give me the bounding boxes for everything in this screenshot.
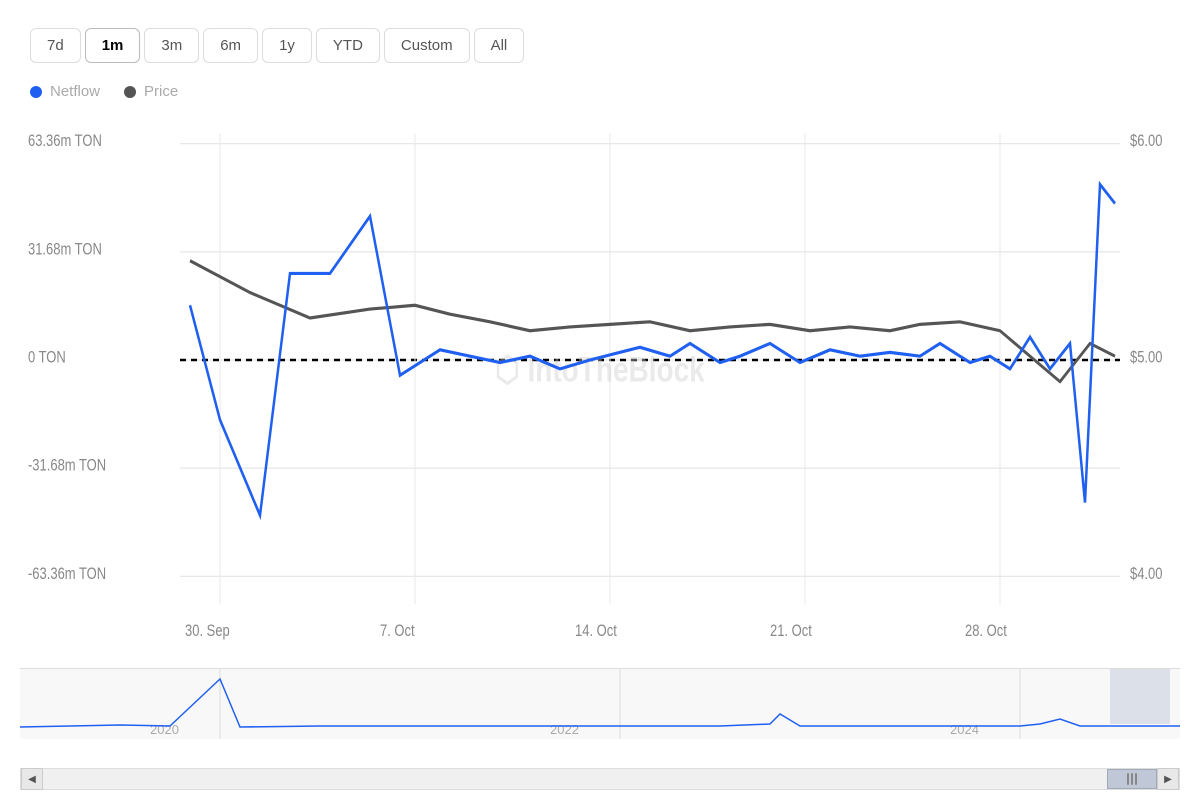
scroll-right-button[interactable]: ▶ [1157,768,1179,790]
svg-text:0 TON: 0 TON [28,349,66,367]
time-btn-ytd[interactable]: YTD [316,28,380,63]
svg-text:-31.68m TON: -31.68m TON [28,457,106,475]
scroll-left-button[interactable]: ◀ [21,768,43,790]
grip-line-1 [1127,773,1129,785]
time-btn-1y[interactable]: 1y [262,28,312,63]
main-chart-svg: 63.36m TON 31.68m TON 0 TON -31.68m TON … [20,108,1180,668]
time-btn-1m[interactable]: 1m [85,28,141,63]
svg-text:$6.00: $6.00 [1130,133,1162,151]
time-btn-custom[interactable]: Custom [384,28,470,63]
svg-text:21. Oct: 21. Oct [770,623,813,641]
price-label: Price [144,83,178,100]
time-btn-6m[interactable]: 6m [203,28,258,63]
time-btn-all[interactable]: All [474,28,525,63]
svg-text:14. Oct: 14. Oct [575,623,618,641]
scroll-thumb-grip [1127,773,1137,785]
main-chart-wrapper: 63.36m TON 31.68m TON 0 TON -31.68m TON … [20,108,1180,668]
legend: Netflow Price [10,71,1190,108]
grip-line-3 [1135,773,1137,785]
scroll-track [43,769,1157,789]
svg-text:$5.00: $5.00 [1130,349,1162,367]
svg-text:2024: 2024 [950,722,979,737]
svg-text:31.68m TON: 31.68m TON [28,241,102,259]
svg-text:28. Oct: 28. Oct [965,623,1008,641]
legend-netflow: Netflow [30,83,100,100]
svg-text:$4.00: $4.00 [1130,566,1162,584]
mini-chart-svg: 2020 2022 2024 [20,669,1180,739]
netflow-label: Netflow [50,83,100,100]
svg-text:2020: 2020 [150,722,179,737]
mini-chart-container: 2020 2022 2024 [20,668,1180,768]
time-range-bar: 7d1m3m6m1yYTDCustomAll [10,20,1190,71]
price-dot [124,86,136,98]
svg-text:2022: 2022 [550,722,579,737]
scroll-thumb[interactable] [1107,769,1157,789]
svg-text:-63.36m TON: -63.36m TON [28,566,106,584]
scrollbar[interactable]: ◀ ▶ [20,768,1180,790]
netflow-dot [30,86,42,98]
time-btn-3m[interactable]: 3m [144,28,199,63]
legend-price: Price [124,83,178,100]
svg-text:30. Sep: 30. Sep [185,623,230,641]
svg-text:7. Oct: 7. Oct [380,623,415,641]
time-btn-7d[interactable]: 7d [30,28,81,63]
svg-text:63.36m TON: 63.36m TON [28,133,102,151]
grip-line-2 [1131,773,1133,785]
